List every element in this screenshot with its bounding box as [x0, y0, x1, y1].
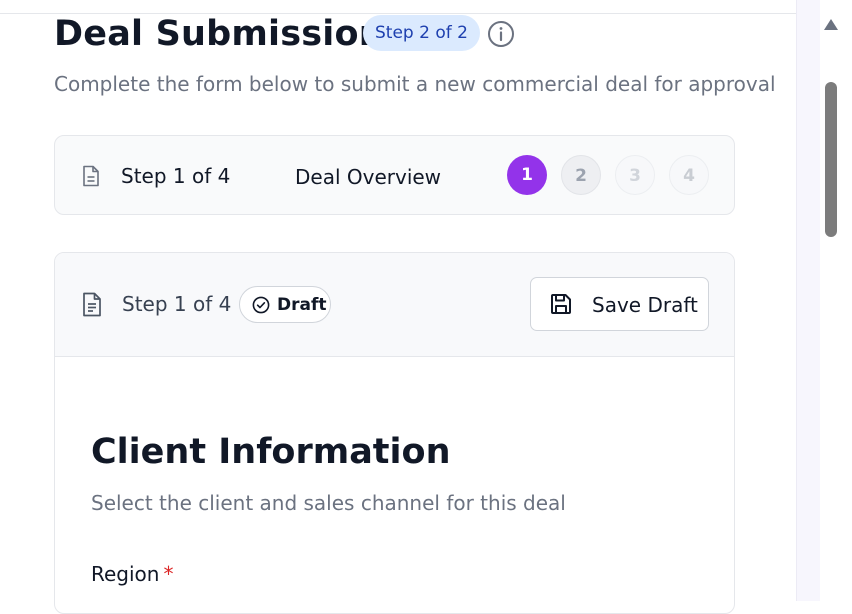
- step-dot-2[interactable]: 2: [561, 155, 601, 195]
- status-badge: Draft: [239, 286, 331, 323]
- page-title: Deal Submission: [54, 14, 384, 54]
- region-label-text: Region: [91, 562, 160, 586]
- section-description: Select the client and sales channel for …: [91, 491, 566, 515]
- status-badge-label: Draft: [277, 295, 327, 315]
- region-field-label: Region *: [91, 562, 173, 586]
- check-circle-icon: [252, 296, 270, 314]
- section-title: Client Information: [91, 432, 451, 472]
- scrollbar-thumb[interactable]: [825, 82, 837, 237]
- save-draft-label: Save Draft: [592, 293, 698, 317]
- required-indicator: *: [163, 562, 174, 586]
- save-draft-button[interactable]: Save Draft: [530, 277, 709, 331]
- top-edge-bar: [0, 0, 796, 14]
- step-indicator-pill: Step 2 of 2: [363, 15, 480, 51]
- save-icon: [551, 294, 571, 314]
- form-step-text: Step 1 of 4: [122, 292, 232, 316]
- document-icon: [83, 292, 101, 317]
- scroll-up-arrow-icon[interactable]: [824, 19, 838, 30]
- page-subtitle: Complete the form below to submit a new …: [54, 72, 776, 96]
- right-gutter: [796, 0, 821, 601]
- document-icon: [83, 165, 99, 187]
- step-dot-3[interactable]: 3: [615, 155, 655, 195]
- progress-step-text: Step 1 of 4: [121, 164, 231, 188]
- info-icon[interactable]: [487, 20, 515, 48]
- progress-step-title: Deal Overview: [295, 165, 442, 189]
- step-dot-1[interactable]: 1: [507, 155, 547, 195]
- step-dot-4[interactable]: 4: [669, 155, 709, 195]
